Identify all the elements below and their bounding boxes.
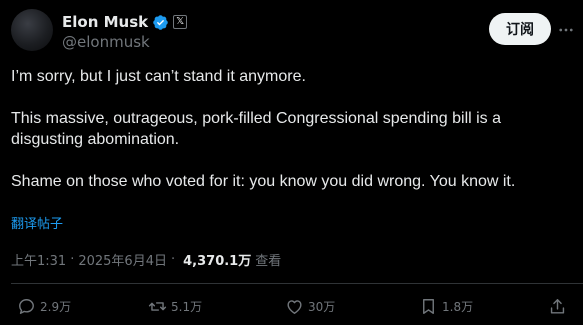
post-meta: 上午1:31 · 2025年6月4日 · 4,370.1万 查看 <box>11 250 281 269</box>
views-label[interactable]: 查看 <box>255 250 281 269</box>
bookmark-icon <box>423 299 434 314</box>
post-paragraph: This massive, outrageous, pork-filled Co… <box>11 110 502 148</box>
post-date[interactable]: 2025年6月4日 <box>78 250 167 269</box>
reply-icon <box>19 299 34 314</box>
reply-button[interactable]: 2.9万 <box>17 297 71 316</box>
post-time[interactable]: 上午1:31 <box>11 250 66 269</box>
heart-icon <box>287 300 302 314</box>
like-count: 30万 <box>308 300 336 314</box>
post-text: I’m sorry, but I just can’t stand it any… <box>11 66 577 192</box>
translate-post-link[interactable]: 翻译帖子 <box>11 213 63 232</box>
action-bar: 2.9万 5.1万 30万 1.8万 <box>0 297 583 321</box>
x-affiliation-icon: 𝕏 <box>173 15 188 29</box>
repost-icon <box>148 302 167 311</box>
repost-button[interactable]: 5.1万 <box>148 297 202 316</box>
repost-count: 5.1万 <box>171 300 203 314</box>
author-handle[interactable]: @elonmusk <box>62 33 150 51</box>
bookmark-button[interactable]: 1.8万 <box>419 297 473 316</box>
author-display-name[interactable]: Elon Musk <box>62 13 148 31</box>
reply-count: 2.9万 <box>40 300 72 314</box>
views-count[interactable]: 4,370.1万 <box>183 250 251 269</box>
like-button[interactable]: 30万 <box>285 297 335 316</box>
bookmark-count: 1.8万 <box>442 300 474 314</box>
divider <box>11 283 583 284</box>
share-icon <box>550 299 565 314</box>
subscribe-button[interactable]: 订阅 <box>489 13 551 45</box>
meta-separator: · <box>70 252 75 267</box>
avatar[interactable] <box>11 9 53 51</box>
more-icon[interactable] <box>556 20 576 40</box>
verified-badge-icon[interactable] <box>152 14 169 31</box>
post-paragraph: Shame on those who voted for it: you kno… <box>11 173 516 190</box>
author-name-row: Elon Musk 𝕏 <box>62 12 188 32</box>
meta-separator: · <box>170 252 176 267</box>
post-paragraph: I’m sorry, but I just can’t stand it any… <box>11 68 306 85</box>
share-button[interactable] <box>548 297 567 316</box>
